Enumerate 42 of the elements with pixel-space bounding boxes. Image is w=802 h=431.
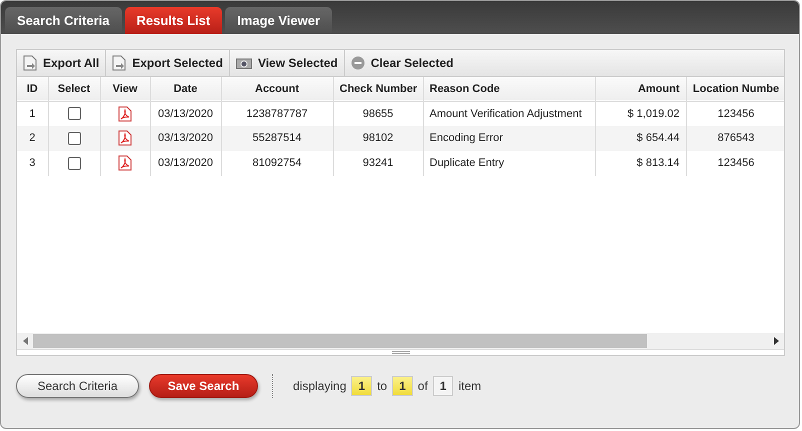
pager-label: item — [458, 378, 482, 395]
table-cell: 03/13/2020 — [150, 151, 221, 176]
column-header[interactable]: View — [100, 77, 150, 101]
pdf-icon[interactable] — [118, 155, 132, 172]
column-header[interactable]: Account — [221, 77, 333, 101]
select-checkbox[interactable] — [68, 107, 80, 120]
camera-icon — [236, 57, 252, 69]
table-cell: Duplicate Entry — [423, 151, 595, 176]
search-criteria-button[interactable]: Search Criteria — [16, 374, 139, 398]
pdf-icon[interactable] — [118, 106, 132, 122]
tab[interactable]: Search Criteria — [5, 7, 122, 34]
pager-from-field[interactable]: 1 — [351, 376, 372, 396]
toolbar-button[interactable]: Export Selected — [106, 50, 230, 76]
pdf-icon[interactable] — [118, 130, 132, 146]
toolbar-button[interactable]: View Selected — [230, 50, 345, 76]
column-header[interactable]: ID — [17, 77, 48, 101]
tab[interactable]: Results List — [124, 7, 222, 34]
column-header[interactable]: Reason Code — [423, 77, 595, 101]
document-arrow-icon — [23, 55, 37, 71]
table-cell: 81092754 — [221, 151, 333, 176]
document-arrow-icon — [112, 55, 126, 71]
pager-total: 1 — [432, 376, 454, 396]
column-header[interactable]: Location Numbe — [686, 77, 784, 101]
column-header[interactable]: Amount — [595, 77, 686, 101]
column-header[interactable]: Date — [150, 77, 221, 101]
table-cell: 123456 — [686, 151, 784, 176]
column-header[interactable]: Select — [48, 77, 100, 101]
column-header[interactable]: Check Number — [333, 77, 423, 101]
table-cell: 3 — [17, 151, 48, 176]
table-cell: $ 813.14 — [595, 151, 686, 176]
toolbar-button[interactable]: Clear Selected — [344, 50, 460, 76]
pager-to-field[interactable]: 1 — [392, 376, 413, 396]
tab[interactable]: Image Viewer — [225, 7, 332, 34]
select-checkbox[interactable] — [68, 156, 80, 170]
pager-label: to — [377, 378, 388, 395]
select-checkbox[interactable] — [68, 132, 80, 145]
pager-label: of — [418, 378, 428, 395]
minus-circle-icon — [350, 56, 365, 70]
table-cell: 93241 — [333, 151, 423, 176]
save-button[interactable]: Save Search — [149, 374, 258, 398]
pager-label: displaying — [293, 378, 346, 395]
toolbar-button[interactable]: Export All — [17, 50, 106, 76]
